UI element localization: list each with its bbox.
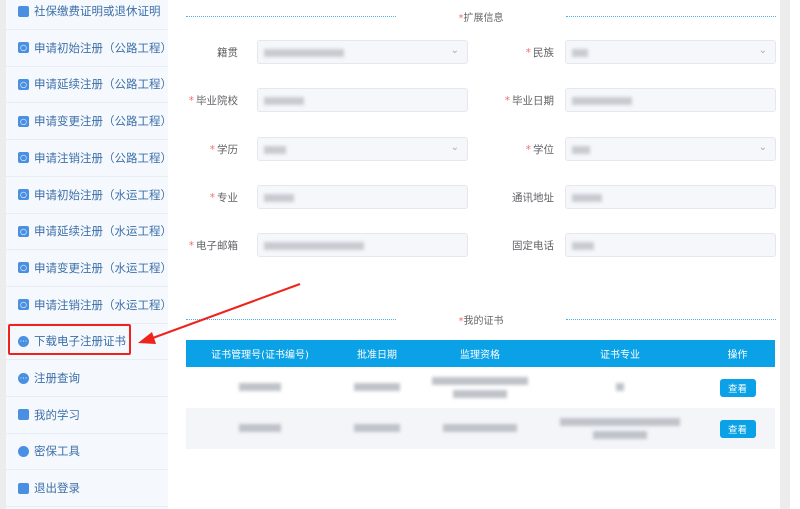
annotation-arrow [138,283,301,344]
